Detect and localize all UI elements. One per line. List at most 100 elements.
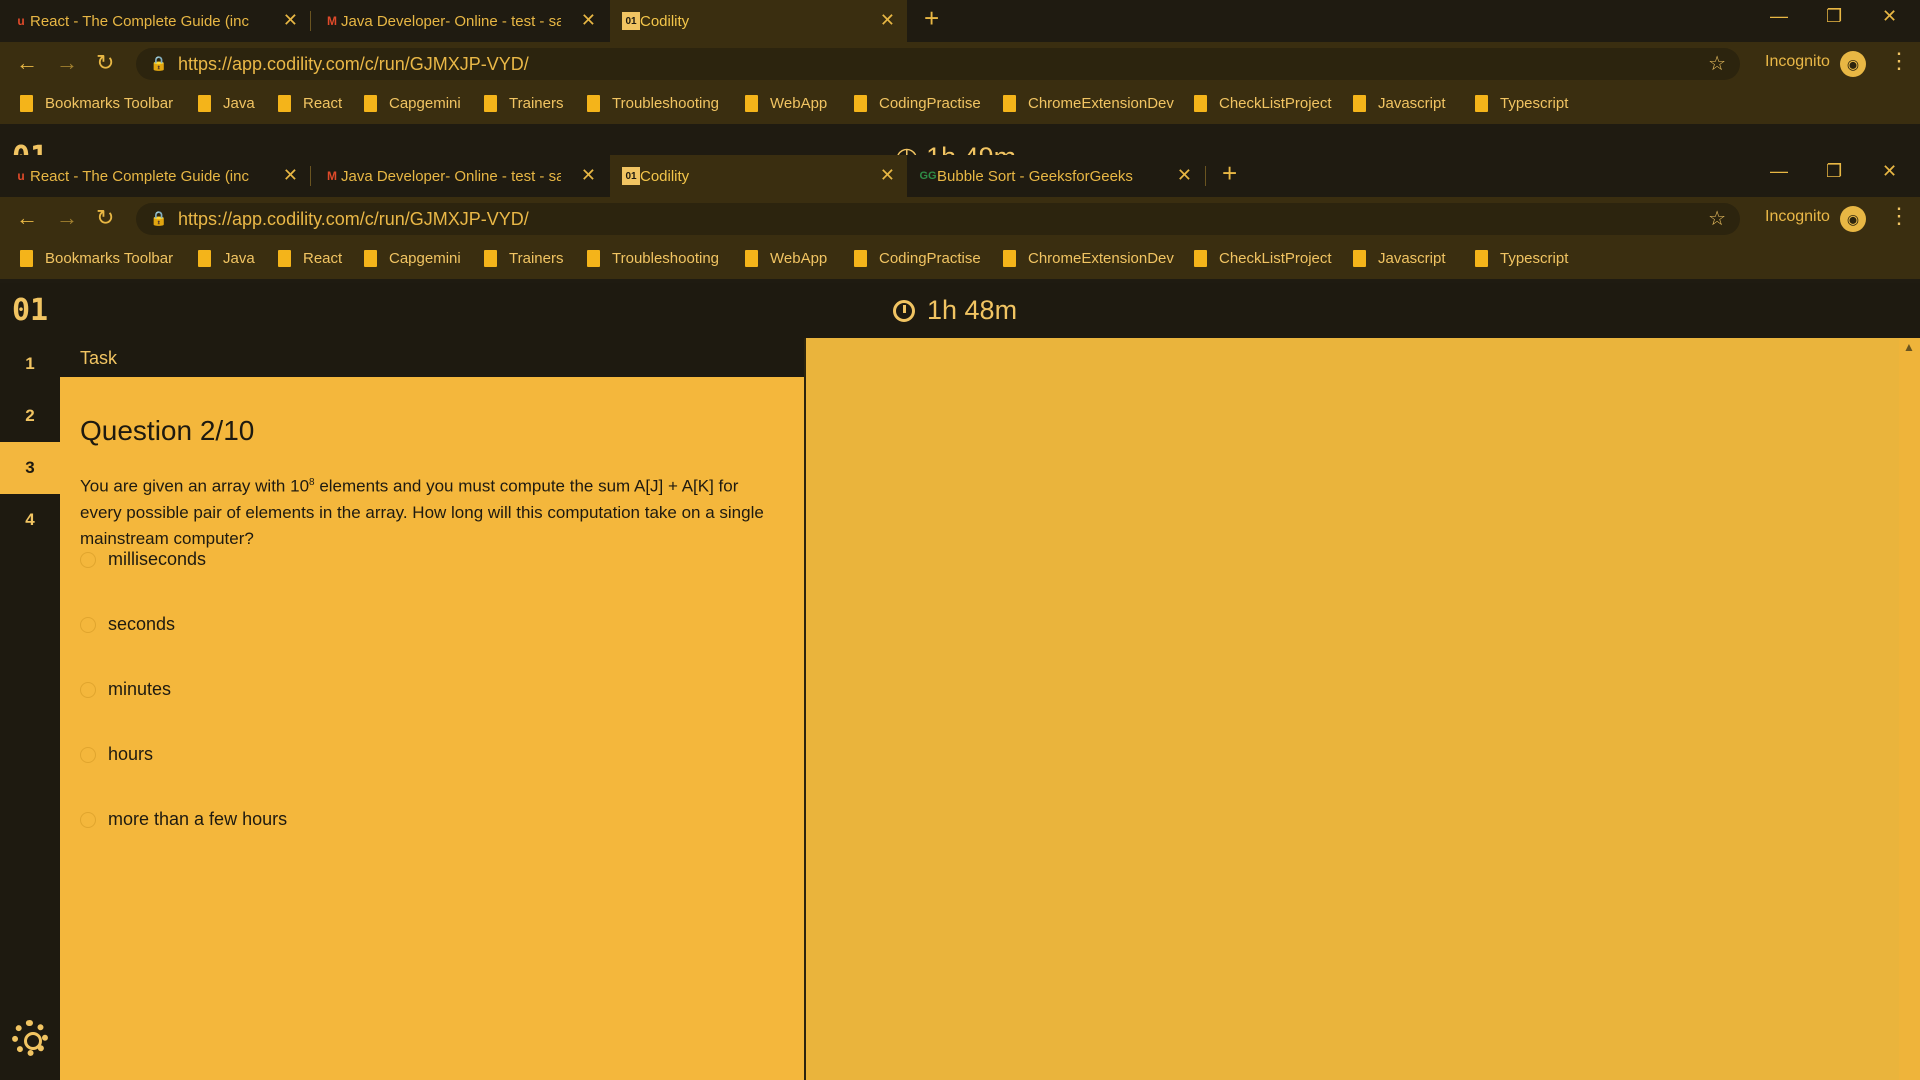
minimize-icon[interactable]: — [1770, 161, 1788, 182]
option-hours[interactable]: hours [80, 744, 153, 765]
url-text: https://app.codility.com/c/run/GJMXJP-VY… [178, 209, 529, 229]
bookmark-folder[interactable]: WebApp [745, 250, 827, 267]
menu-dots-icon[interactable]: ⋮ [1888, 203, 1910, 229]
bookmark-folder[interactable]: Bookmarks Toolbar [20, 250, 173, 267]
close-icon[interactable]: ✕ [880, 165, 895, 186]
tab-java-developer[interactable]: M Java Developer- Online - test - sa ✕ [311, 155, 608, 197]
bookmark-folder[interactable]: CodingPractise [854, 95, 981, 112]
bookmark-label: Trainers [509, 250, 564, 267]
radio-button[interactable] [80, 616, 96, 633]
incognito-icon[interactable]: ◉ [1840, 51, 1866, 77]
bookmark-label: Trainers [509, 95, 564, 112]
tab-react-guide[interactable]: u React - The Complete Guide (incl ✕ [0, 155, 310, 197]
background-timer: ◷ 1h 49m [895, 142, 1016, 155]
bookmark-star-icon[interactable]: ☆ [1708, 206, 1726, 231]
bookmark-label: Bookmarks Toolbar [45, 95, 174, 112]
close-icon[interactable]: ✕ [1177, 165, 1192, 186]
nav-item-4[interactable]: 4 [0, 494, 60, 546]
address-bar[interactable]: 🔒 https://app.codility.com/c/run/GJMXJP-… [136, 48, 1740, 80]
close-icon[interactable]: ✕ [283, 165, 298, 186]
radio-button[interactable] [80, 746, 96, 763]
nav-item-1[interactable]: 1 [0, 338, 60, 390]
option-label: seconds [108, 614, 176, 634]
option-more-than-few-hours[interactable]: more than a few hours [80, 809, 287, 830]
new-tab-icon[interactable]: + [1222, 158, 1237, 189]
right-panel [806, 338, 1899, 1080]
bookmark-star-icon[interactable]: ☆ [1708, 51, 1726, 76]
radio-button[interactable] [80, 551, 96, 568]
bookmark-folder[interactable]: ChromeExtensionDev [1003, 250, 1174, 267]
bookmark-folder[interactable]: Troubleshooting [587, 250, 719, 267]
reload-icon[interactable]: ↻ [96, 50, 114, 76]
bookmark-folder[interactable]: Typescript [1475, 250, 1568, 267]
option-label: more than a few hours [108, 809, 288, 829]
close-window-icon[interactable]: ✕ [1882, 6, 1897, 27]
scrollbar[interactable]: ▲ [1899, 338, 1920, 1080]
folder-icon [278, 95, 291, 112]
option-milliseconds[interactable]: milliseconds [80, 549, 206, 570]
bookmark-folder[interactable]: WebApp [745, 95, 827, 112]
forward-arrow-icon[interactable]: → [56, 50, 78, 76]
udemy-icon: u [17, 169, 25, 183]
bookmark-folder[interactable]: Troubleshooting [587, 95, 719, 112]
bookmark-folder[interactable]: Capgemini [364, 95, 461, 112]
radio-button[interactable] [80, 811, 96, 828]
close-icon[interactable]: ✕ [581, 10, 596, 31]
incognito-icon[interactable]: ◉ [1840, 206, 1866, 232]
close-icon[interactable]: ✕ [283, 10, 298, 31]
question-nav: 1 2 3 4 👁 [0, 338, 60, 1080]
option-seconds[interactable]: seconds [80, 614, 175, 635]
bookmark-folder[interactable]: Java [198, 95, 255, 112]
bookmark-folder[interactable]: React [278, 95, 342, 112]
bookmark-folder[interactable]: React [278, 250, 342, 267]
bookmark-folder[interactable]: Javascript [1353, 250, 1446, 267]
bookmark-folder[interactable]: Bookmarks Toolbar [20, 95, 173, 112]
bookmark-folder[interactable]: CheckListProject [1194, 250, 1332, 267]
radio-button[interactable] [80, 681, 96, 698]
minimize-icon[interactable]: — [1770, 6, 1788, 27]
bookmark-label: Typescript [1500, 250, 1569, 267]
bookmark-folder[interactable]: Typescript [1475, 95, 1568, 112]
folder-icon [1003, 95, 1016, 112]
close-window-icon[interactable]: ✕ [1882, 161, 1897, 182]
new-tab-icon[interactable]: + [924, 3, 939, 34]
bookmark-folder[interactable]: Java [198, 250, 255, 267]
bookmark-label: Troubleshooting [612, 95, 720, 112]
nav-item-2[interactable]: 2 [0, 390, 60, 442]
reload-icon[interactable]: ↻ [96, 205, 114, 231]
clock-icon [893, 299, 915, 322]
address-bar[interactable]: 🔒 https://app.codility.com/c/run/GJMXJP-… [136, 203, 1740, 235]
background-browser-window: u React - The Complete Guide (incl ✕ M J… [0, 0, 1920, 155]
tab-bubble-sort[interactable]: GG Bubble Sort - GeeksforGeeks ✕ [907, 155, 1204, 197]
bookmark-folder[interactable]: CheckListProject [1194, 95, 1332, 112]
bookmark-folder[interactable]: Trainers [484, 95, 563, 112]
close-icon[interactable]: ✕ [581, 165, 596, 186]
scroll-up-icon[interactable]: ▲ [1903, 340, 1915, 354]
restore-icon[interactable]: ❐ [1826, 6, 1842, 27]
bookmark-folder[interactable]: Trainers [484, 250, 563, 267]
bookmark-folder[interactable]: CodingPractise [854, 250, 981, 267]
forward-arrow-icon[interactable]: → [56, 205, 78, 231]
bookmark-folder[interactable]: ChromeExtensionDev [1003, 95, 1174, 112]
bookmark-folder[interactable]: Capgemini [364, 250, 461, 267]
restore-icon[interactable]: ❐ [1826, 161, 1842, 182]
settings-gear-icon[interactable] [12, 1020, 48, 1056]
tab-codility[interactable]: 01 Codility ✕ [610, 0, 907, 42]
tab-react-guide[interactable]: u React - The Complete Guide (incl ✕ [0, 0, 310, 42]
tab-codility[interactable]: 01 Codility ✕ [610, 155, 907, 197]
close-icon[interactable]: ✕ [880, 10, 895, 31]
back-arrow-icon[interactable]: ← [16, 50, 38, 76]
tab-strip: u React - The Complete Guide (incl ✕ M J… [0, 0, 1920, 42]
option-minutes[interactable]: minutes [80, 679, 171, 700]
bookmarks-bar: Bookmarks Toolbar Java React Capgemini T… [0, 241, 1920, 279]
tab-separator [1205, 166, 1206, 186]
nav-item-3[interactable]: 3 [0, 442, 60, 494]
back-arrow-icon[interactable]: ← [16, 205, 38, 231]
question-title: Question 2/10 [80, 415, 255, 446]
incognito-label: Incognito [1765, 53, 1830, 70]
menu-dots-icon[interactable]: ⋮ [1888, 48, 1910, 74]
bookmark-folder[interactable]: Javascript [1353, 95, 1446, 112]
folder-icon [1353, 250, 1366, 267]
tab-java-developer[interactable]: M Java Developer- Online - test - sa ✕ [311, 0, 608, 42]
codility-logo[interactable]: 01 [12, 293, 48, 328]
